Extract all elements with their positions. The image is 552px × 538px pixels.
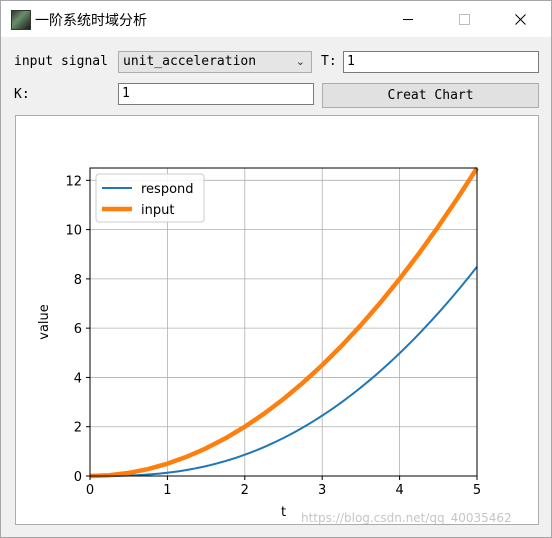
t-input[interactable]: 1 [343, 51, 539, 73]
creat-chart-button[interactable]: Creat Chart [322, 83, 539, 108]
response-chart: 0 1 2 3 4 5024681012tvaluerespondinput [37, 166, 481, 520]
input-signal-value: unit_acceleration [123, 54, 257, 69]
y-tick-label: 8 [74, 273, 82, 288]
series-line-respond [90, 266, 478, 477]
y-tick-label: 0 [74, 470, 82, 485]
x-tick-label: 1 [163, 483, 171, 498]
legend: respond input [95, 173, 205, 223]
y-axis-label: value [37, 304, 52, 340]
y-tick-label: 2 [74, 421, 82, 436]
minimize-button[interactable] [385, 1, 431, 37]
maximize-icon [458, 13, 470, 25]
input-signal-select[interactable]: unit_acceleration ⌄ [118, 51, 312, 73]
chart-frame: 0 1 2 3 4 5 0 2 4 6 8 10 12 t value respond input [15, 115, 539, 525]
t-input-value: 1 [347, 54, 355, 69]
legend-label-input: input [141, 203, 174, 218]
k-input-value: 1 [122, 86, 130, 101]
k-label: K: [14, 87, 30, 102]
x-axis-label: t [281, 505, 286, 520]
chevron-down-icon: ⌄ [295, 55, 305, 68]
app-icon [11, 10, 31, 30]
title-bar[interactable]: 一阶系统时域分析 [1, 1, 551, 37]
legend-label-respond: respond [141, 182, 194, 197]
minimize-icon [403, 18, 413, 20]
y-tick-label: 10 [65, 224, 82, 239]
maximize-button[interactable] [441, 1, 487, 37]
t-label: T: [321, 54, 337, 69]
x-tick-label: 2 [241, 483, 249, 498]
main-window: 一阶系统时域分析 input signal unit_acceleration … [0, 0, 552, 538]
window-title: 一阶系统时域分析 [35, 13, 147, 29]
close-button[interactable] [497, 1, 543, 37]
k-input[interactable]: 1 [118, 83, 314, 105]
x-tick-label: 5 [473, 483, 481, 498]
y-tick-label: 4 [74, 371, 82, 386]
close-icon [514, 13, 526, 25]
x-tick-label: 3 [318, 483, 326, 498]
y-tick-label: 12 [65, 174, 82, 189]
input-signal-label: input signal [14, 54, 108, 69]
watermark: https://blog.csdn.net/qq_40035462 [301, 511, 512, 525]
x-tick-label: 4 [395, 483, 403, 498]
x-tick-label: 0 [86, 483, 94, 498]
y-tick-label: 6 [74, 322, 82, 337]
